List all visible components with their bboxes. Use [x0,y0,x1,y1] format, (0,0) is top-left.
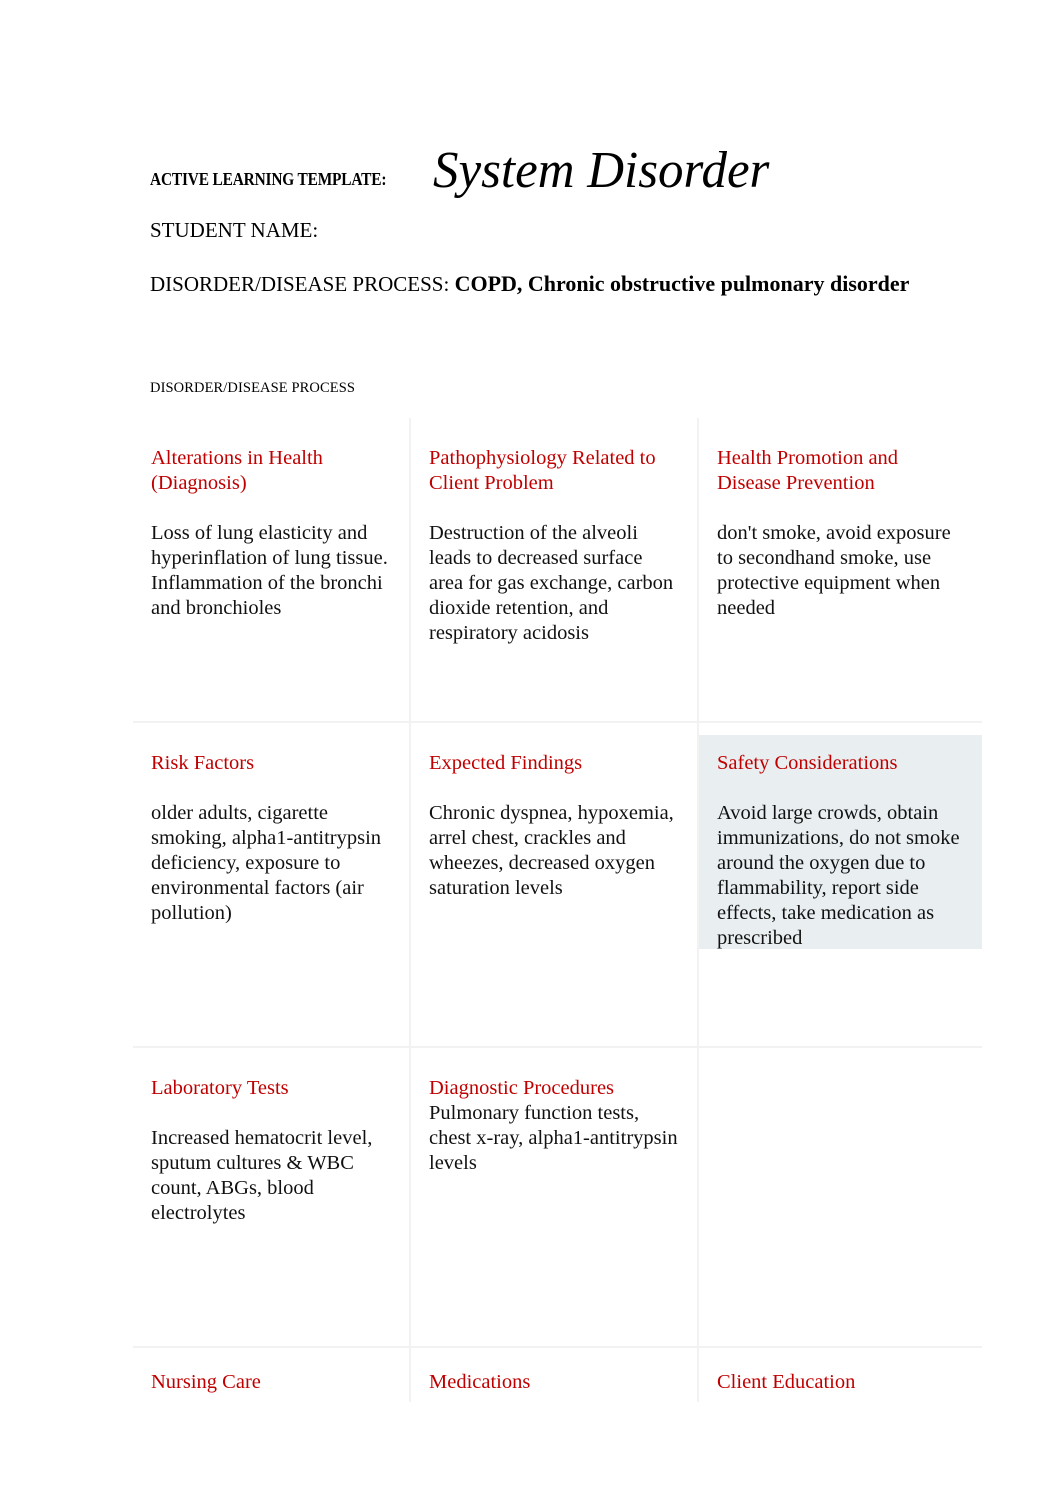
cell-heading: Risk Factors [151,752,255,774]
document-header: ACTIVE LEARNING TEMPLATE: System Disorde… [150,126,980,197]
disorder-process-field: DISORDER/DISEASE PROCESS: COPD, Chronic … [150,268,965,300]
table-cell[interactable]: Expected Findings Chronic dyspnea, hypoxe… [411,723,699,1048]
system-disorder-table: Alterations in Health (Diagnosis) Loss of… [133,418,982,1408]
student-name-field: STUDENT NAME: [150,214,318,246]
table-cell[interactable]: Safety Considerations Avoid large crowds,… [699,723,982,1048]
cell-body-text[interactable]: Destruction of the alveoli leads to decr… [429,521,679,646]
document-page: ACTIVE LEARNING TEMPLATE: System Disorde… [0,0,1062,1506]
cell-body-text[interactable]: Chronic dyspnea, hypoxemia, arrel chest,… [429,801,679,901]
table-cell[interactable]: Risk Factors older adults, cigarette smok… [133,723,411,1048]
page-bottom-clip [133,1402,982,1408]
cell-body-text[interactable]: Increased hematocrit level, sputum cultu… [151,1126,391,1226]
template-type-label: ACTIVE LEARNING TEMPLATE: [150,168,387,189]
cell-body-text[interactable]: Avoid large crowds, obtain immunizations… [717,801,964,951]
table-cell[interactable]: Client Education [699,1348,982,1408]
cell-heading: Health Promotion and Disease Prevention [717,447,899,494]
section-heading: DISORDER/DISEASE PROCESS [150,380,356,396]
cell-body-text[interactable]: don't smoke, avoid exposure to secondhan… [717,521,964,621]
cell-body-text[interactable]: Loss of lung elasticity and hyperinflati… [151,521,391,621]
cell-heading: Client Education [717,1371,856,1393]
student-name-label: STUDENT NAME: [150,218,319,242]
table-cell[interactable] [699,1048,982,1348]
cell-body-text[interactable]: Pulmonary function tests, chest x-ray, a… [429,1101,679,1176]
page-title: System Disorder [433,142,770,199]
cell-heading: Diagnostic Procedures [429,1077,615,1099]
cell-heading: Expected Findings [429,752,583,774]
table-cell[interactable]: Pathophysiology Related to Client Proble… [411,418,699,723]
disorder-process-label: DISORDER/DISEASE PROCESS: [150,272,450,296]
cell-heading: Safety Considerations [717,752,898,774]
cell-heading: Medications [429,1371,531,1393]
disorder-process-value[interactable]: COPD, Chronic obstructive pulmonary diso… [455,271,910,296]
table-cell[interactable]: Diagnostic Procedures Pulmonary function … [411,1048,699,1348]
cell-body-text[interactable]: older adults, cigarette smoking, alpha1-… [151,801,391,926]
table-cell[interactable]: Laboratory Tests Increased hematocrit lev… [133,1048,411,1348]
table-cell[interactable]: Alterations in Health (Diagnosis) Loss of… [133,418,411,723]
cell-heading: Pathophysiology Related to Client Proble… [429,447,656,494]
table-cell[interactable]: Nursing Care [133,1348,411,1408]
cell-heading: Laboratory Tests [151,1077,289,1099]
cell-heading: Alterations in Health (Diagnosis) [151,447,323,494]
table-cell[interactable]: Medications [411,1348,699,1408]
table-cell[interactable]: Health Promotion and Disease Prevention d… [699,418,982,723]
cell-heading: Nursing Care [151,1371,261,1393]
